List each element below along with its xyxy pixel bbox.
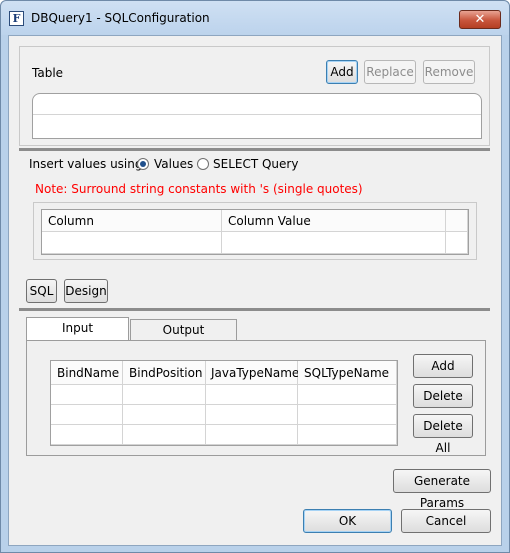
- input-parameters-panel: BindName BindPosition JavaTypeName SQLTy…: [26, 340, 486, 456]
- bindposition-header: BindPosition: [123, 361, 206, 385]
- sql-view-button[interactable]: SQL: [26, 279, 57, 303]
- section-divider-1: [19, 148, 490, 151]
- column-value-header: Column Value: [222, 210, 446, 232]
- app-icon: F: [9, 11, 24, 26]
- design-view-button[interactable]: Design: [64, 279, 108, 303]
- param-add-button[interactable]: Add: [413, 354, 473, 378]
- sqltypename-header: SQLTypeName: [298, 361, 397, 385]
- bindname-header-label: BindName: [57, 366, 120, 380]
- table-group: Table Add Replace Remove: [19, 46, 490, 146]
- column-table[interactable]: Column Column Value: [41, 209, 469, 255]
- values-radio[interactable]: [137, 158, 149, 170]
- bindposition-header-label: BindPosition: [129, 366, 203, 380]
- tab-input-parameters[interactable]: Input Parameters: [26, 317, 129, 355]
- param-cell[interactable]: [206, 425, 298, 445]
- table-label: Table: [32, 66, 64, 80]
- column-value-header-label: Column Value: [228, 214, 311, 228]
- dialog-body: Table Add Replace Remove Insert values u…: [8, 35, 502, 546]
- generate-params-button[interactable]: Generate Params: [393, 469, 491, 510]
- param-cell[interactable]: [123, 385, 206, 405]
- param-cell[interactable]: [51, 405, 123, 425]
- cancel-button[interactable]: Cancel: [401, 509, 491, 533]
- column-table-group: Column Column Value: [33, 202, 477, 260]
- column-header: Column: [42, 210, 222, 232]
- title-bar[interactable]: F DBQuery1 - SQLConfiguration ✕: [1, 1, 509, 35]
- column-cell[interactable]: [42, 232, 222, 254]
- select-query-radio[interactable]: [197, 158, 209, 170]
- param-cell[interactable]: [51, 385, 123, 405]
- values-radio-label: Values: [154, 157, 194, 171]
- param-delete-all-button[interactable]: Delete All: [413, 414, 473, 455]
- column-header-label: Column: [48, 214, 94, 228]
- param-cell[interactable]: [298, 405, 397, 425]
- sql-configuration-window: F DBQuery1 - SQLConfiguration ✕ Table Ad…: [0, 0, 510, 553]
- select-query-radio-label: SELECT Query: [213, 157, 299, 171]
- table-list-divider: [33, 114, 481, 115]
- parameters-table[interactable]: BindName BindPosition JavaTypeName SQLTy…: [50, 360, 398, 446]
- javatypename-header-label: JavaTypeName: [211, 366, 300, 380]
- table-replace-button[interactable]: Replace: [364, 60, 416, 84]
- tab-output-parameters[interactable]: Output Parameters: [130, 319, 237, 357]
- insert-values-label: Insert values using: [29, 157, 143, 171]
- param-cell[interactable]: [298, 425, 397, 445]
- table-remove-button[interactable]: Remove: [423, 60, 475, 84]
- close-button[interactable]: ✕: [459, 10, 501, 29]
- param-cell[interactable]: [206, 385, 298, 405]
- window-title: DBQuery1 - SQLConfiguration: [31, 11, 210, 25]
- param-cell[interactable]: [123, 425, 206, 445]
- note-text: Note: Surround string constants with 's …: [35, 182, 363, 196]
- section-divider-2: [19, 308, 490, 311]
- column-value-cell[interactable]: [222, 232, 446, 254]
- param-cell[interactable]: [206, 405, 298, 425]
- column-extra-header: [446, 210, 468, 232]
- param-cell[interactable]: [51, 425, 123, 445]
- table-list[interactable]: [32, 93, 482, 139]
- table-add-button[interactable]: Add: [326, 60, 358, 84]
- column-extra-cell: [446, 232, 468, 254]
- param-cell[interactable]: [123, 405, 206, 425]
- ok-button[interactable]: OK: [303, 509, 392, 533]
- javatypename-header: JavaTypeName: [206, 361, 300, 385]
- param-delete-button[interactable]: Delete: [413, 384, 473, 408]
- bindname-header: BindName: [51, 361, 123, 385]
- sqltypename-header-label: SQLTypeName: [304, 366, 390, 380]
- param-cell[interactable]: [298, 385, 397, 405]
